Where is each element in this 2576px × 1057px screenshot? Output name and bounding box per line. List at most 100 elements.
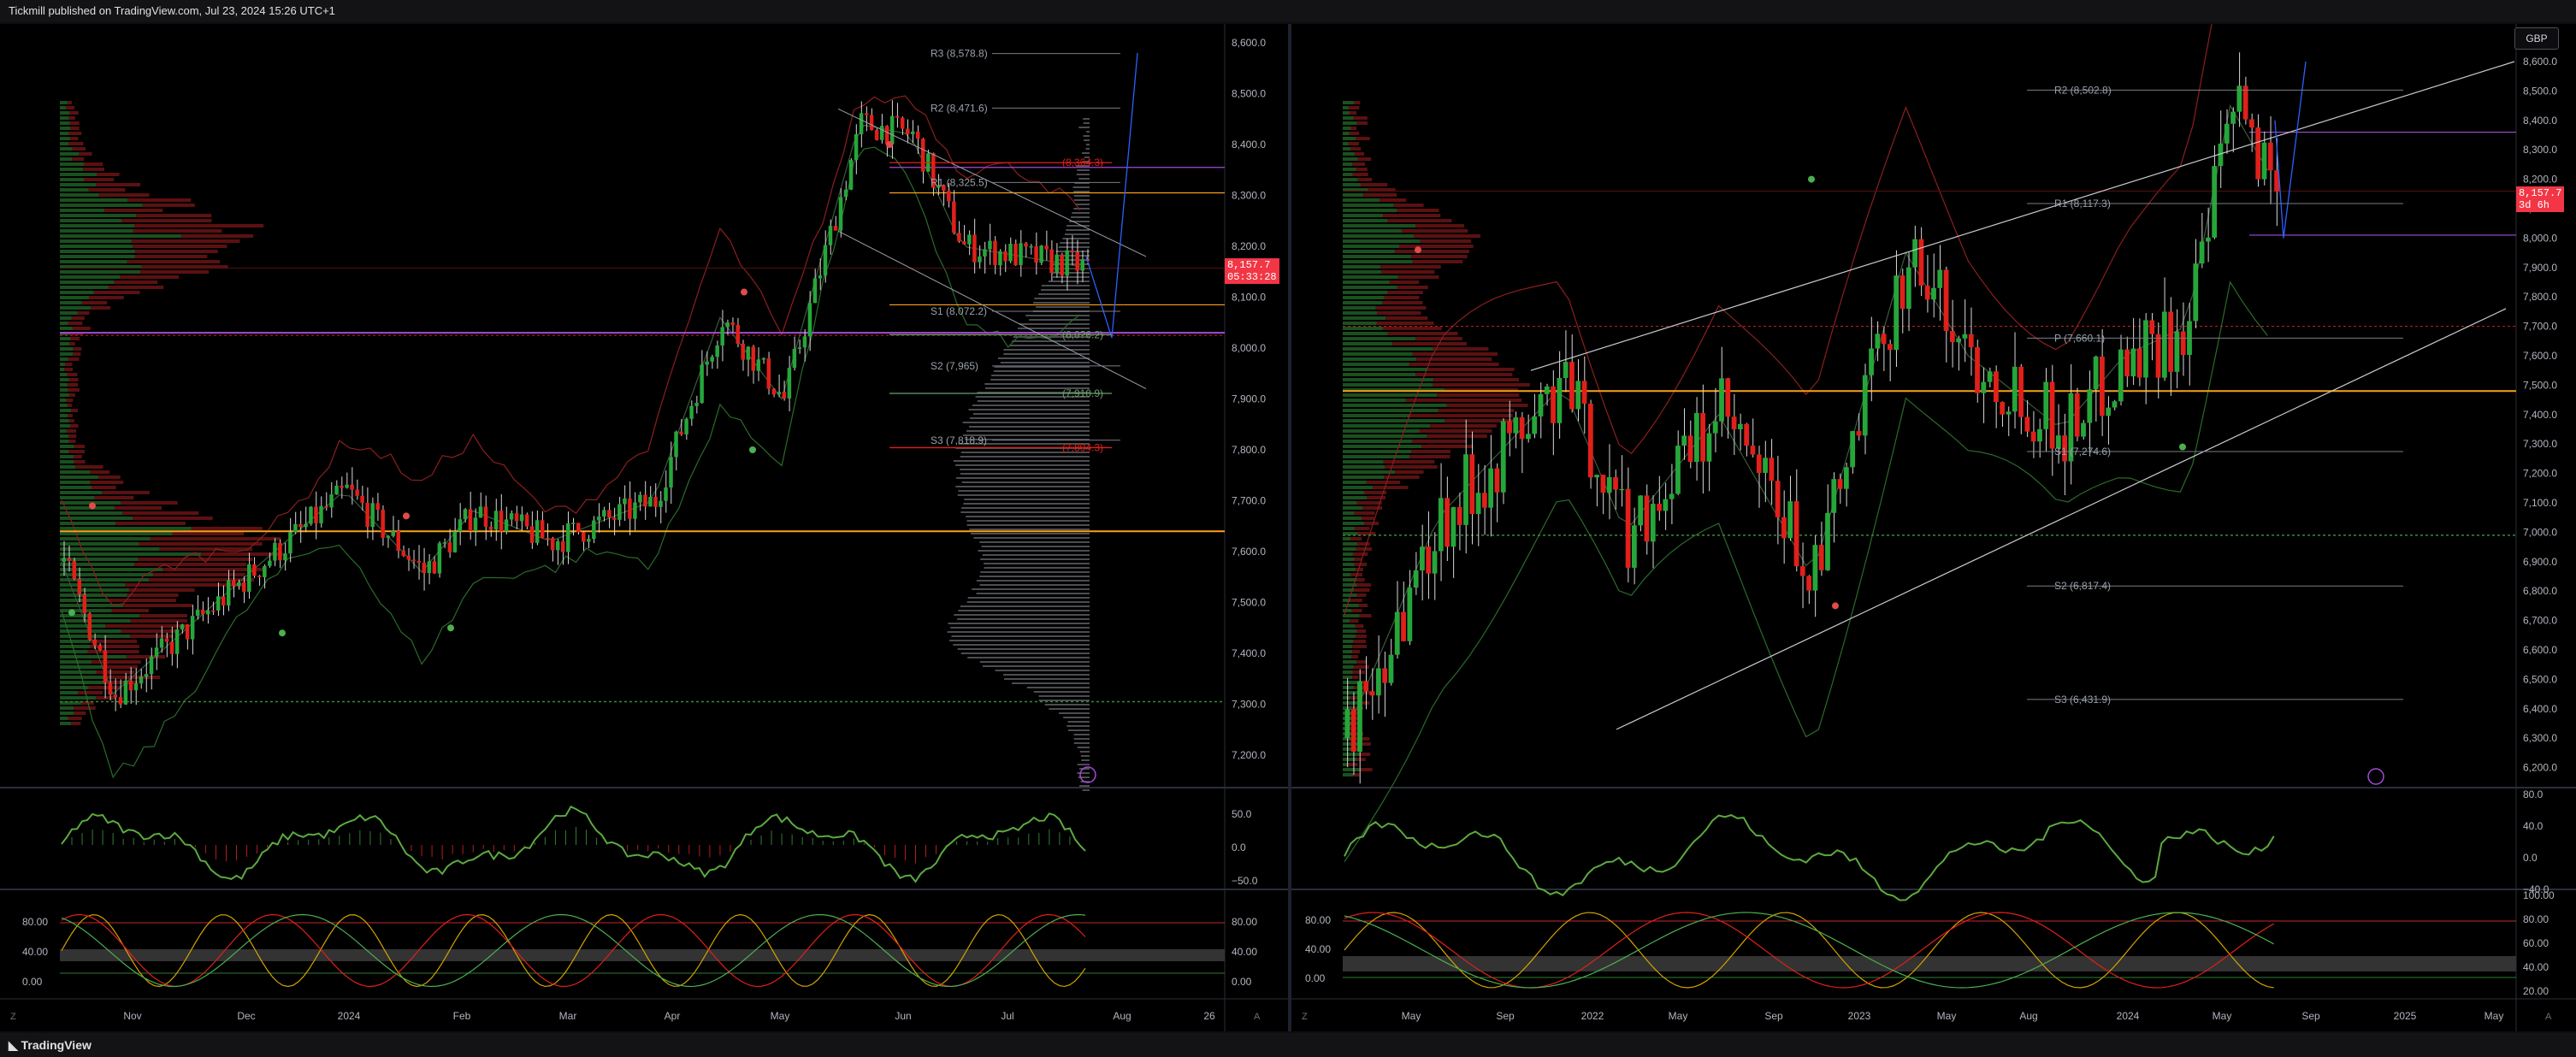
profile-row xyxy=(1038,695,1090,697)
footer-bar: ◣ TradingView xyxy=(0,1033,2576,1057)
profile-bar-up xyxy=(60,593,127,597)
candle-body xyxy=(1675,446,1681,494)
candle-body xyxy=(216,596,221,611)
candle-body xyxy=(617,504,622,520)
candle-body xyxy=(1463,454,1468,525)
candle-body xyxy=(1856,431,1862,436)
profile-bar-down xyxy=(1384,296,1420,299)
price-axis: 8,600.0 8,500.0 8,400.0 8,300.0 8,200.0 8,100… xyxy=(1232,37,1266,761)
profile-bar-down xyxy=(1438,409,1515,412)
price-tick: 7,500.0 xyxy=(2523,379,2557,391)
profile-bar-down xyxy=(90,640,138,643)
profile-row xyxy=(1066,229,1090,231)
candle-body xyxy=(1638,495,1644,526)
candle-body xyxy=(570,523,576,524)
profile-row xyxy=(1082,789,1090,791)
candle-body xyxy=(2242,86,2248,120)
candle-body xyxy=(159,638,164,648)
profile-bar-up xyxy=(60,563,135,566)
profile-bar-up xyxy=(1343,491,1365,494)
current-price-value: 8,157.7 xyxy=(1227,259,1271,271)
macd-tick: 0.0 xyxy=(1232,841,1246,853)
profile-bar-up xyxy=(60,363,66,366)
profile-bar-down xyxy=(133,229,222,233)
candle-body xyxy=(1931,287,1936,300)
profile-bar-up xyxy=(60,178,85,181)
profile-bar-up xyxy=(60,368,65,371)
profile-bar-down xyxy=(1356,578,1365,582)
profile-bar-up xyxy=(1343,337,1416,340)
right-chart-panel[interactable]: R2 (8,502.8) R1 (8,117.3) P (7,660.1) S1 (7… xyxy=(1291,24,2576,1031)
candle-body xyxy=(2124,349,2130,377)
profile-bar-up xyxy=(1343,373,1416,376)
price-tick: 7,800.0 xyxy=(2523,291,2557,303)
profile-bar-down xyxy=(1353,665,1369,669)
profile-bar-down xyxy=(122,604,192,607)
profile-bar-up xyxy=(1343,162,1353,166)
candle-body xyxy=(345,484,349,488)
right-chart-canvas[interactable]: R2 (8,502.8) R1 (8,117.3) P (7,660.1) S1 (7… xyxy=(1291,24,2576,1031)
profile-bar-down xyxy=(1382,327,1442,330)
price-tick: 7,900.0 xyxy=(1232,393,1266,405)
profile-bar-down xyxy=(130,619,188,623)
profile-bar-down xyxy=(1398,245,1474,248)
profile-bar-up xyxy=(60,465,76,469)
profile-row xyxy=(954,614,1090,616)
left-chart-panel[interactable]: R3 (8,578.8) R2 (8,471.6) R1 (8,325.5) S1 (… xyxy=(0,24,1288,1031)
tradingview-logo[interactable]: ◣ TradingView xyxy=(9,1033,92,1057)
profile-row xyxy=(1077,747,1090,748)
profile-bar-up xyxy=(60,327,73,330)
profile-bar-up xyxy=(1343,696,1350,700)
price-tick: 7,500.0 xyxy=(1232,597,1266,609)
candle-body xyxy=(952,201,956,233)
candle-body xyxy=(2000,402,2006,415)
profile-bar-down xyxy=(68,419,74,422)
profile-bar-up xyxy=(60,676,108,679)
profile-bar-down xyxy=(1380,265,1441,269)
profile-bar-up xyxy=(1343,127,1351,130)
candle-body xyxy=(2261,142,2267,180)
candle-body xyxy=(1987,371,1993,382)
profile-bar-up xyxy=(60,383,68,387)
profile-bar-down xyxy=(1414,234,1481,238)
profile-bar-up xyxy=(1343,378,1433,381)
profile-row xyxy=(1063,717,1090,718)
profile-row xyxy=(1071,216,1090,218)
price-tick: 7,800.0 xyxy=(1232,444,1266,456)
candle-body xyxy=(283,553,287,561)
price-tick: 8,500.0 xyxy=(1232,88,1266,100)
profile-bar-up xyxy=(1343,465,1385,469)
candle-body xyxy=(2093,357,2099,390)
profile-row xyxy=(955,486,1090,487)
profile-bar-down xyxy=(1353,116,1368,120)
candle-body xyxy=(1401,611,1406,641)
candle-body xyxy=(123,680,128,705)
candle-body xyxy=(128,680,133,691)
candle-body xyxy=(1044,245,1049,250)
candle-body xyxy=(1594,475,1600,478)
profile-bar-up xyxy=(1343,568,1356,571)
profile-bar-up xyxy=(60,542,139,546)
candle-body xyxy=(1008,244,1013,262)
currency-button[interactable]: GBP xyxy=(2514,27,2559,50)
profile-bar-up xyxy=(1343,347,1433,351)
profile-bar-up xyxy=(1343,624,1356,628)
candle-body xyxy=(2224,123,2230,144)
candle-body xyxy=(833,226,838,231)
time-tick: Jun xyxy=(895,1010,911,1022)
profile-bar-up xyxy=(1343,147,1350,151)
profile-bar-down xyxy=(1375,306,1427,310)
left-chart-canvas[interactable]: R3 (8,578.8) R2 (8,471.6) R1 (8,325.5) S1 (… xyxy=(0,24,1288,1031)
candle-body xyxy=(1837,479,1843,489)
profile-bar-down xyxy=(120,275,180,279)
candle-body xyxy=(2255,127,2261,180)
profile-bar-up xyxy=(1343,357,1417,361)
pivot-label: S2 (7,965) xyxy=(931,360,978,372)
profile-bar-down xyxy=(140,270,210,274)
signal-dot xyxy=(741,288,747,296)
price-tick: 7,000.0 xyxy=(2523,526,2557,538)
candle-body xyxy=(623,498,627,505)
time-tick: May xyxy=(2213,1010,2232,1022)
profile-row xyxy=(1081,152,1090,154)
candle-body xyxy=(1843,467,1849,489)
